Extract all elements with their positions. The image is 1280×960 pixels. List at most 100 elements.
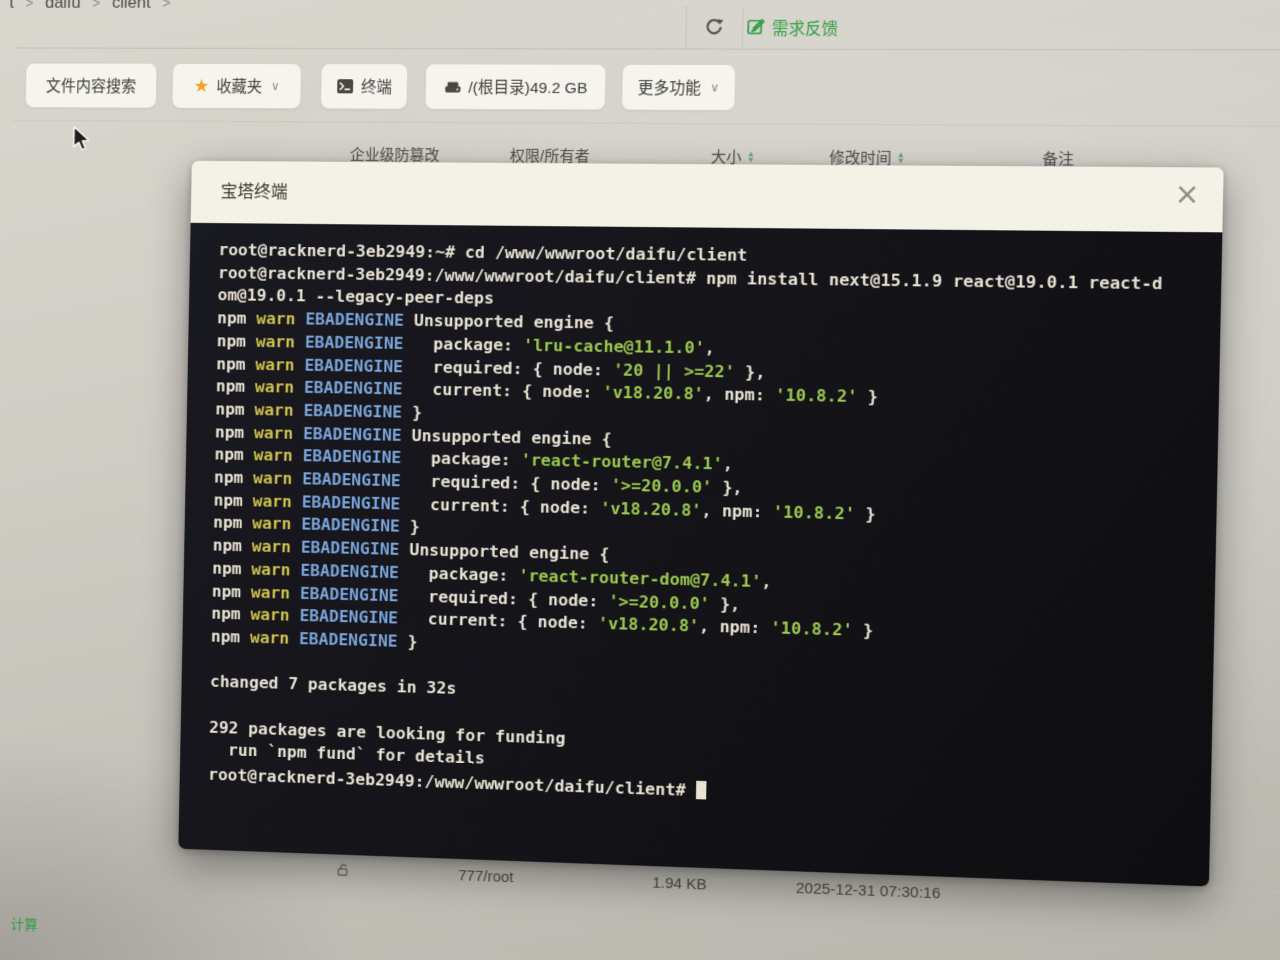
terminal-text-segment: } xyxy=(397,632,417,652)
terminal-text-segment: EBADENGINE xyxy=(289,606,398,628)
terminal-text-segment: warn xyxy=(256,332,296,352)
file-content-search-button[interactable]: 文件内容搜索 xyxy=(25,62,158,108)
terminal-text-segment: , npm: xyxy=(701,500,773,521)
terminal-text-segment: npm xyxy=(213,536,252,556)
breadcrumb-item-client[interactable]: client xyxy=(112,0,151,13)
terminal-text-segment: current: { node: xyxy=(402,380,602,403)
terminal-text-segment: } xyxy=(857,387,878,407)
terminal-text-segment: warn xyxy=(255,354,295,374)
modified-time: 2025-12-31 07:30:16 xyxy=(796,880,941,903)
breadcrumb-item[interactable]: t xyxy=(9,0,14,13)
terminal-text-segment: }, xyxy=(735,362,766,382)
disk-usage-button[interactable]: /(根目录)49.2 GB xyxy=(424,63,606,110)
terminal-text-segment: required: { node: xyxy=(401,471,611,495)
more-functions-label: 更多功能 xyxy=(638,76,702,99)
terminal-text-segment: npm xyxy=(212,558,251,578)
terminal-text-segment: npm xyxy=(214,445,253,465)
terminal-text-segment: npm xyxy=(213,490,252,510)
calculate-link[interactable]: 计算 xyxy=(11,914,38,935)
protection-status: 未保护 xyxy=(335,863,349,878)
terminal-text-segment: EBADENGINE xyxy=(289,629,398,651)
terminal-text-segment: Unsupported engine { xyxy=(399,540,609,564)
terminal-button[interactable]: 终端 xyxy=(320,63,408,110)
breadcrumb-separator-icon: > xyxy=(25,0,33,11)
terminal-text-segment: EBADENGINE xyxy=(294,378,403,399)
terminal-text-segment: EBADENGINE xyxy=(294,401,403,422)
terminal-text-segment: npm xyxy=(212,581,251,601)
terminal-text-segment: '10.8.2' xyxy=(775,385,858,406)
breadcrumb-separator-icon: > xyxy=(162,0,170,11)
terminal-text-segment: }, xyxy=(710,594,741,614)
breadcrumb: t > daifu > client > xyxy=(9,0,170,13)
terminal-text-segment: npm xyxy=(217,308,256,328)
close-icon[interactable]: × xyxy=(1174,180,1200,209)
terminal-text-segment: npm xyxy=(214,467,253,487)
terminal-text-segment: 'v18.20.8' xyxy=(600,498,702,520)
terminal-text-segment: Unsupported engine { xyxy=(404,311,614,333)
more-functions-button[interactable]: 更多功能 ∨ xyxy=(621,64,736,111)
terminal-text-segment: warn xyxy=(252,537,292,557)
terminal-text-segment: package: xyxy=(399,563,519,585)
terminal-text-segment: warn xyxy=(251,559,291,579)
terminal-text-segment: EBADENGINE xyxy=(290,560,399,582)
terminal-text-segment: , xyxy=(705,338,716,358)
refresh-button[interactable] xyxy=(685,7,743,48)
terminal-text-segment: EBADENGINE xyxy=(293,446,402,467)
terminal-text-segment: warn xyxy=(254,400,294,420)
sort-arrows-icon[interactable]: ▲▼ xyxy=(747,151,755,163)
sort-arrows-icon[interactable]: ▲▼ xyxy=(897,151,905,163)
terminal-text-segment: EBADENGINE xyxy=(292,469,401,490)
terminal-label: 终端 xyxy=(361,75,392,97)
divider xyxy=(13,120,1280,127)
terminal-text-segment: '20 || >=22' xyxy=(613,360,735,381)
terminal-output[interactable]: root@racknerd-3eb2949:~# cd /www/wwwroot… xyxy=(178,223,1222,887)
terminal-text-segment: root@racknerd-3eb2949:~# cd /www/wwwroot… xyxy=(218,240,747,265)
terminal-text-segment: warn xyxy=(254,423,294,443)
breadcrumb-item-daifu[interactable]: daifu xyxy=(45,0,81,13)
feedback-label: 需求反馈 xyxy=(772,15,839,40)
terminal-text-segment: current: { node: xyxy=(398,609,598,634)
terminal-modal-header[interactable]: 宝塔终端 × xyxy=(191,161,1224,233)
terminal-cursor xyxy=(696,781,707,800)
terminal-text-segment: warn xyxy=(253,491,293,511)
terminal-text-segment: npm xyxy=(211,627,250,647)
terminal-text-segment: EBADENGINE xyxy=(291,537,400,559)
terminal-text-segment: } xyxy=(402,402,422,422)
feedback-icon xyxy=(745,17,766,38)
terminal-text-segment: warn xyxy=(252,514,292,534)
terminal-text-segment: warn xyxy=(256,309,296,329)
terminal-text-segment: warn xyxy=(251,582,291,602)
terminal-text-segment: package: xyxy=(401,448,521,470)
terminal-text-segment: , xyxy=(761,572,772,592)
terminal-text-segment: 'v18.20.8' xyxy=(598,614,700,636)
terminal-text-segment: warn xyxy=(253,445,293,465)
terminal-text-segment: '10.8.2' xyxy=(770,618,853,640)
terminal-text-segment: warn xyxy=(250,605,290,625)
terminal-text-segment: npm xyxy=(215,399,254,419)
terminal-text-segment: npm xyxy=(215,422,254,442)
terminal-text-segment: 'react-router-dom@7.4.1' xyxy=(518,566,761,591)
terminal-text-segment: , npm: xyxy=(699,616,771,637)
terminal-text-segment: EBADENGINE xyxy=(291,515,400,537)
terminal-text-segment: EBADENGINE xyxy=(295,309,404,330)
file-content-search-label: 文件内容搜索 xyxy=(46,74,137,96)
breadcrumb-separator-icon: > xyxy=(92,0,100,11)
terminal-text-segment: warn xyxy=(250,628,290,648)
terminal-text-segment: npm xyxy=(216,377,255,397)
terminal-text-segment: EBADENGINE xyxy=(293,423,402,444)
favorites-label: 收藏夹 xyxy=(216,75,262,97)
terminal-text-segment: 'v18.20.8' xyxy=(602,383,704,404)
terminal-text-segment: warn xyxy=(253,468,293,488)
terminal-text-segment: '>=20.0.0' xyxy=(611,475,713,496)
feedback-button[interactable]: 需求反馈 xyxy=(745,15,838,40)
favorites-button[interactable]: ★ 收藏夹 ∨ xyxy=(171,63,302,110)
terminal-modal-title: 宝塔终端 xyxy=(220,161,288,224)
terminal-text-segment: required: { node: xyxy=(403,357,613,379)
terminal-text-segment: npm xyxy=(211,604,250,624)
terminal-text-segment: current: { node: xyxy=(400,494,600,518)
permissions-owner: 777/root xyxy=(458,867,514,886)
terminal-text-segment: npm xyxy=(216,354,255,374)
terminal-text-segment: 'react-router@7.4.1' xyxy=(521,451,723,474)
terminal-text-segment: }, xyxy=(712,477,743,497)
terminal-text-segment: '10.8.2' xyxy=(773,502,856,523)
